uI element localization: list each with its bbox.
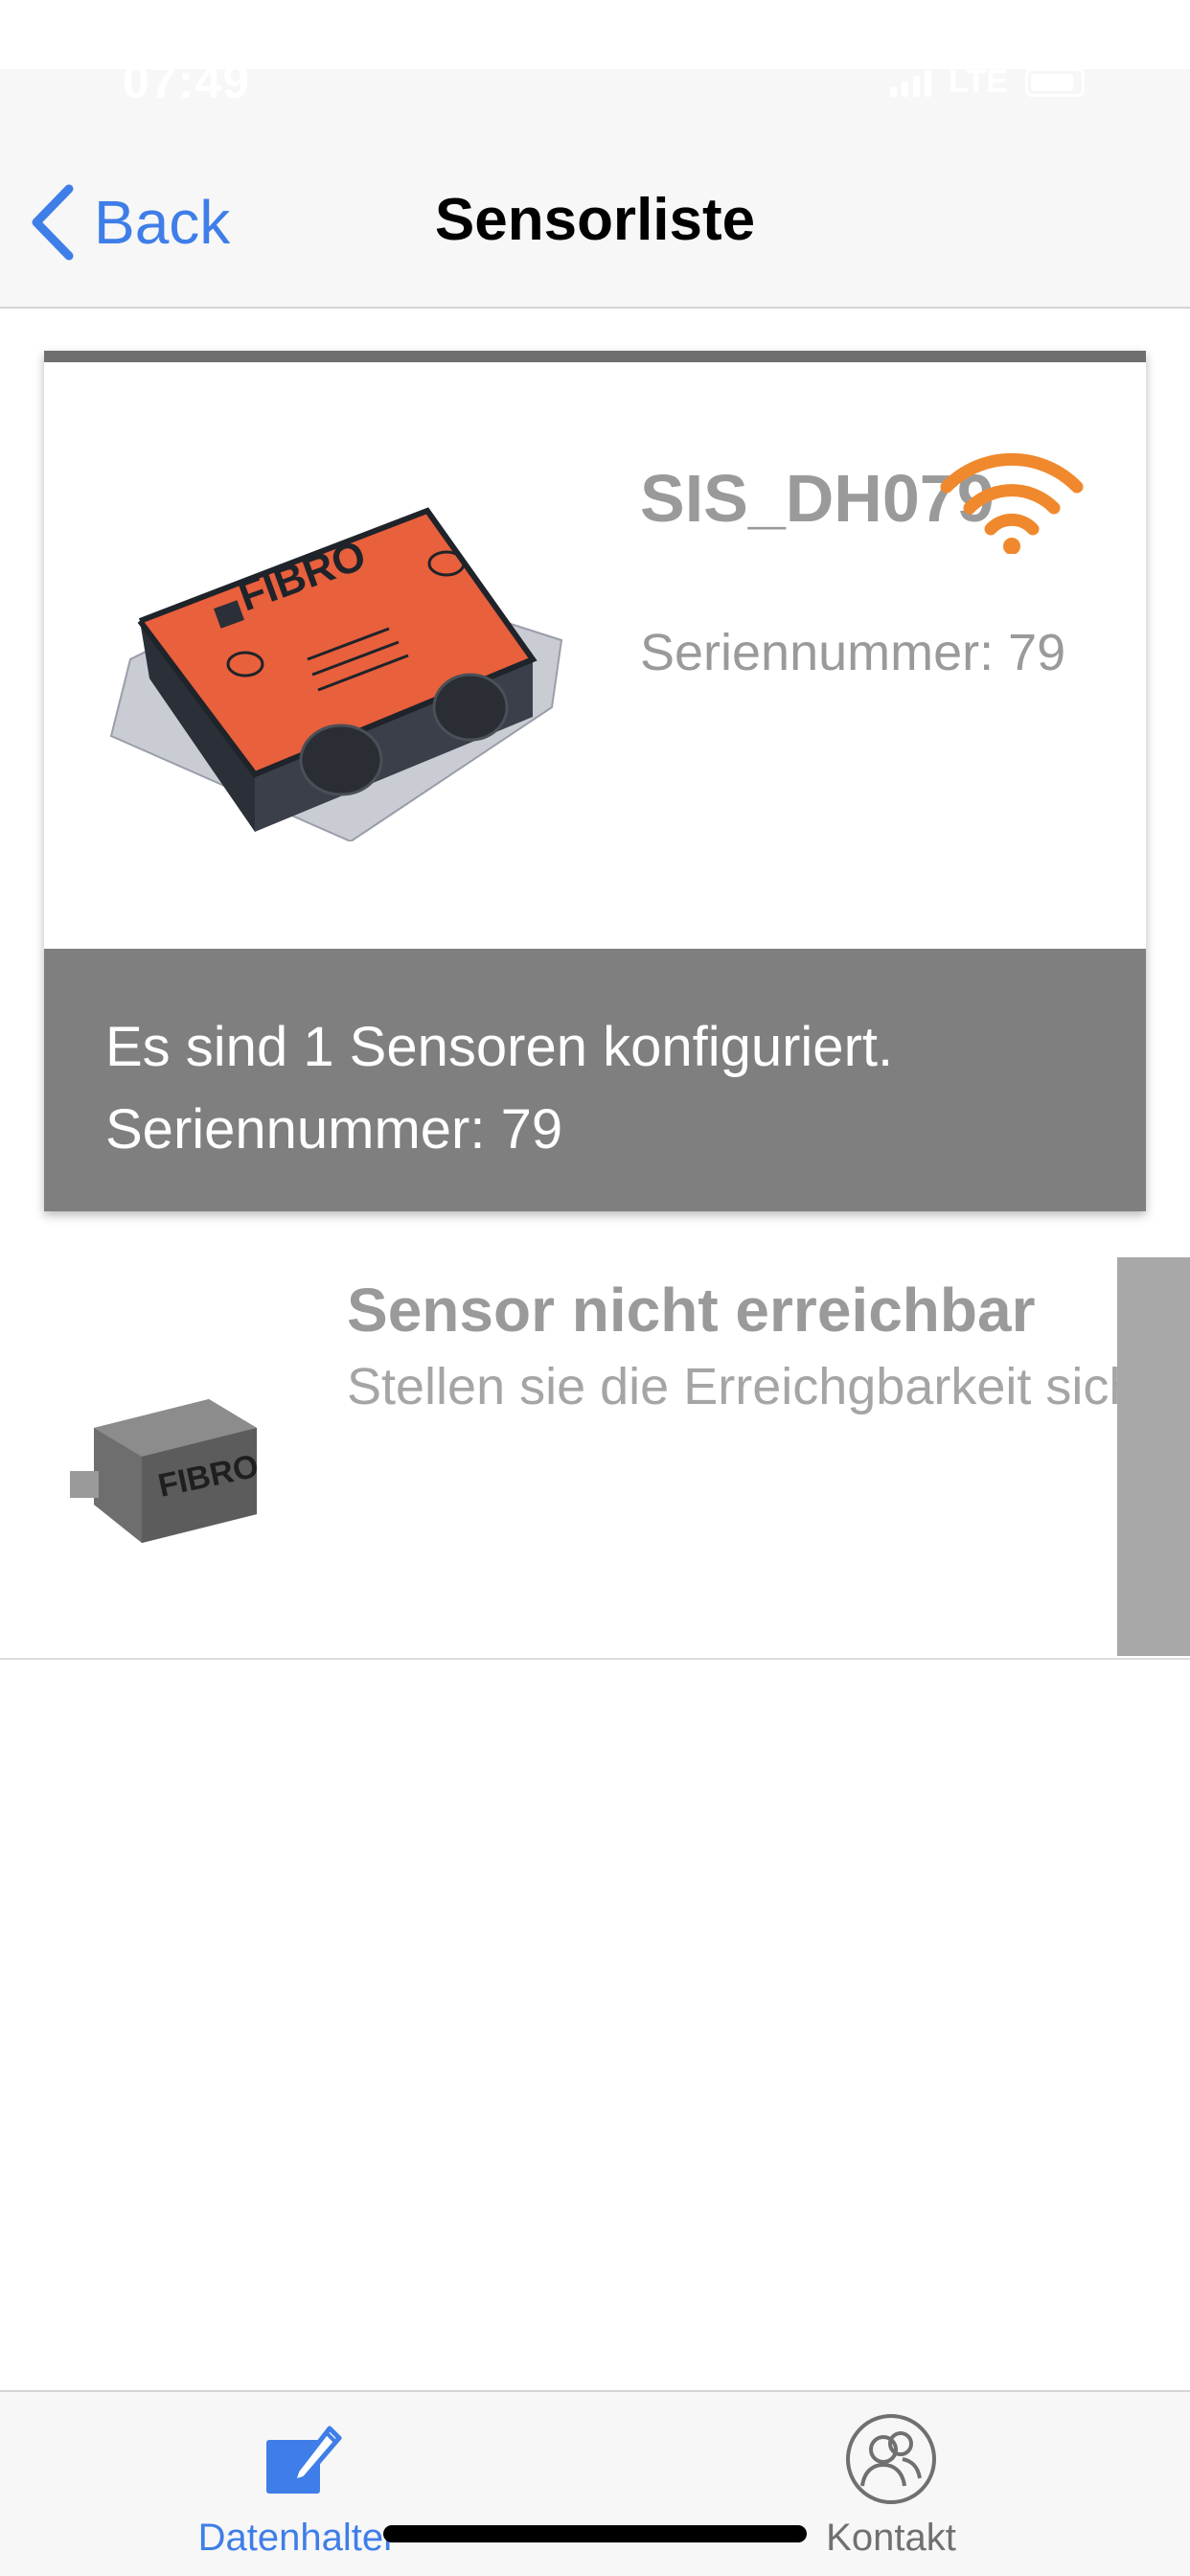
page-title: Sensorliste — [434, 187, 756, 253]
swipe-action-button[interactable] — [1117, 1257, 1190, 1656]
sensor-serial: Seriennummer: 79 — [640, 624, 1066, 681]
status-indicators: LTE — [890, 63, 1085, 101]
navigation-bar: Back Sensorliste — [0, 142, 1190, 309]
app-screen: 07:49 LTE Back Sensorliste FIBRO SIS_DH0… — [0, 0, 1190, 2576]
unreachable-sensor-row[interactable]: FIBRO Sensor nicht erreichbar Stellen si… — [0, 1246, 1190, 1660]
footer-serial-text: Seriennummer: 79 — [105, 1098, 563, 1161]
configured-count-text: Es sind 1 Sensoren konfiguriert. — [105, 1016, 894, 1078]
sensor-card[interactable]: FIBRO SIS_DH079 Seriennummer: 79 Es sind… — [44, 351, 1146, 1211]
battery-icon — [1025, 67, 1085, 97]
edit-icon — [266, 2426, 342, 2494]
unreachable-subtitle: Stellen sie die Erreichgbarkeit sicher — [347, 1358, 1117, 1415]
contacts-icon — [846, 2414, 936, 2504]
tab-datenhalter[interactable]: Datenhalter — [153, 2411, 441, 2574]
sensor-image: FIBRO — [109, 507, 563, 841]
sensor-card-footer: Es sind 1 Sensoren konfiguriert. Serienn… — [44, 949, 1146, 1211]
tab-bar: Datenhalter Kontakt — [0, 2390, 1190, 2576]
wifi-icon — [940, 452, 1084, 554]
unreachable-title: Sensor nicht erreichbar — [347, 1276, 1036, 1345]
status-time: 07:49 — [123, 55, 250, 108]
status-bar: 07:49 LTE — [0, 0, 1190, 142]
signal-icon — [890, 68, 932, 97]
network-type: LTE — [949, 63, 1008, 100]
unreachable-sensor-image: FIBRO — [70, 1399, 262, 1543]
home-indicator — [383, 2525, 807, 2542]
tab-kontakt[interactable]: Kontakt — [747, 2411, 1035, 2574]
